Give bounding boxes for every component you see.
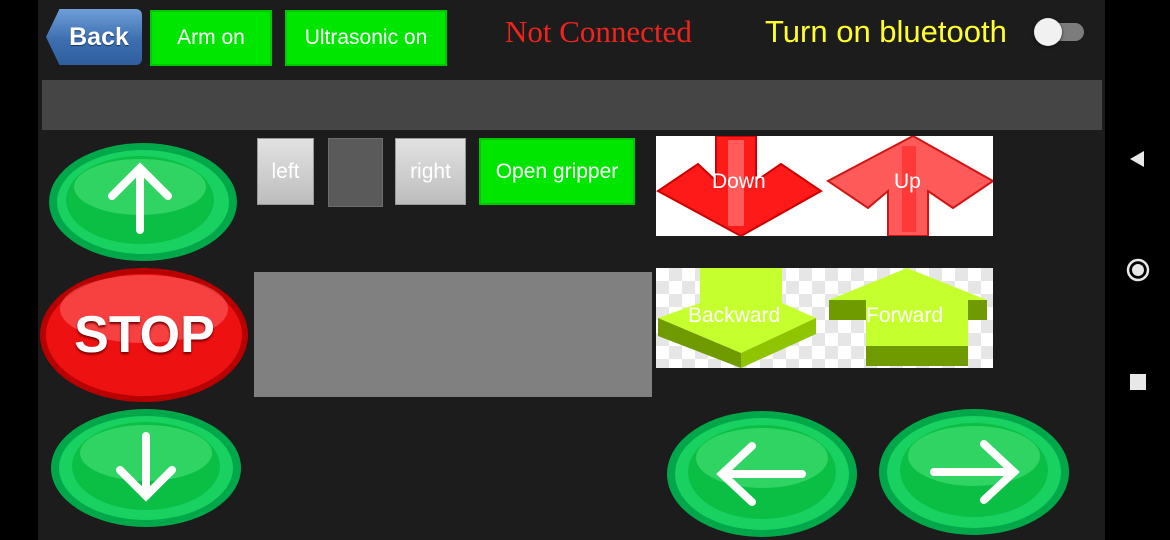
left-button[interactable]: left bbox=[257, 138, 314, 205]
forward-label: Forward bbox=[866, 304, 944, 327]
arm-on-label: Arm on bbox=[177, 26, 245, 49]
circle-home-icon[interactable] bbox=[1126, 258, 1150, 282]
down-label: Down bbox=[712, 170, 766, 193]
backward-forward-panel: Backward Forward bbox=[656, 268, 993, 368]
connection-status: Not Connected bbox=[505, 14, 692, 49]
back-button[interactable]: Back bbox=[46, 9, 142, 65]
down-button[interactable]: Down bbox=[712, 170, 766, 194]
drive-down-button[interactable] bbox=[50, 408, 242, 528]
open-gripper-label: Open gripper bbox=[495, 159, 619, 183]
backward-button[interactable]: Backward bbox=[688, 304, 780, 328]
stop-label: STOP bbox=[74, 306, 215, 364]
arm-on-button[interactable]: Arm on bbox=[150, 10, 272, 66]
system-nav-bar bbox=[1105, 0, 1170, 540]
arrow-left-icon bbox=[667, 411, 857, 537]
toggle-thumb bbox=[1034, 18, 1062, 46]
up-label: Up bbox=[894, 170, 921, 193]
right-button[interactable]: right bbox=[395, 138, 466, 205]
ultrasonic-on-label: Ultrasonic on bbox=[304, 26, 428, 49]
back-button-label: Back bbox=[69, 22, 129, 51]
down-up-panel: Down Up bbox=[656, 136, 993, 236]
message-bar bbox=[42, 80, 1102, 130]
arrow-up-icon bbox=[49, 143, 237, 261]
app-screen: Back Arm on Ultrasonic on Not Connected … bbox=[38, 0, 1105, 540]
arrow-down-icon bbox=[51, 409, 241, 527]
stop-button[interactable]: STOP bbox=[39, 267, 250, 403]
right-button-label: right bbox=[410, 159, 451, 183]
drive-left-button[interactable] bbox=[666, 410, 858, 538]
backward-label: Backward bbox=[688, 304, 781, 327]
middle-button[interactable] bbox=[328, 138, 383, 207]
bluetooth-toggle[interactable] bbox=[1034, 18, 1086, 46]
open-gripper-button[interactable]: Open gripper bbox=[479, 138, 635, 205]
forward-button[interactable]: Forward bbox=[866, 304, 943, 328]
up-button[interactable]: Up bbox=[894, 170, 921, 194]
bluetooth-label: Turn on bluetooth bbox=[765, 14, 1007, 49]
red-arrows-graphic bbox=[656, 136, 993, 236]
drive-right-button[interactable] bbox=[878, 408, 1070, 536]
ultrasonic-on-button[interactable]: Ultrasonic on bbox=[285, 10, 447, 66]
preview-panel bbox=[254, 272, 652, 397]
left-button-label: left bbox=[271, 159, 300, 183]
arrow-right-icon bbox=[879, 409, 1069, 535]
triangle-back-icon[interactable] bbox=[1127, 148, 1149, 170]
drive-up-button[interactable] bbox=[48, 142, 238, 262]
square-recents-icon[interactable] bbox=[1129, 373, 1147, 391]
